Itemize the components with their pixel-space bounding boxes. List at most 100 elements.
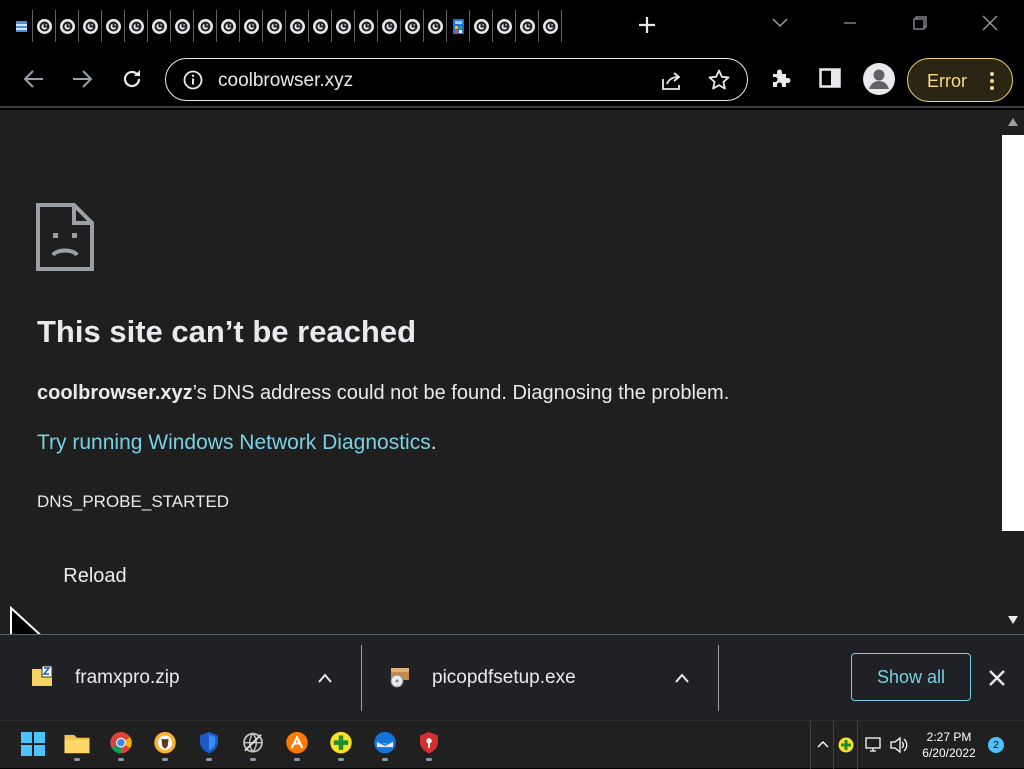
- browser-tab[interactable]: [194, 10, 217, 42]
- kebab-menu-icon[interactable]: [986, 69, 998, 93]
- folder-icon: [64, 734, 90, 754]
- globe-tab-icon: [358, 18, 374, 34]
- page-title: This site can’t be reached: [37, 314, 417, 349]
- browser-tab[interactable]: [240, 10, 263, 42]
- taskbar-app-thunderbird[interactable]: [371, 731, 399, 761]
- avatar-icon: [863, 63, 895, 95]
- clock-date: 6/20/2022: [922, 746, 976, 760]
- start-button[interactable]: [19, 731, 47, 761]
- notification-badge[interactable]: 2: [988, 737, 1004, 753]
- show-hidden-icons-button[interactable]: [810, 721, 834, 769]
- browser-tab[interactable]: [424, 10, 447, 42]
- network-diagnostics-link[interactable]: Try running Windows Network Diagnostics: [37, 431, 431, 454]
- clock[interactable]: 2:27 PM 6/20/2022: [914, 729, 984, 761]
- reload-page-button[interactable]: Reload: [37, 550, 153, 602]
- download-filename: picopdfsetup.exe: [432, 667, 576, 688]
- error-code: DNS_PROBE_STARTED: [37, 492, 230, 511]
- taskbar-app-network[interactable]: [239, 731, 267, 761]
- extensions-button[interactable]: [767, 64, 795, 92]
- windows-logo-icon: [21, 732, 45, 756]
- minimize-icon: [844, 22, 856, 24]
- forward-button[interactable]: [66, 63, 98, 95]
- close-window-button[interactable]: [972, 8, 1008, 38]
- volume-icon[interactable]: [889, 736, 909, 754]
- taskbar-app-brave[interactable]: [151, 731, 179, 761]
- globe-tab-icon: [289, 18, 305, 34]
- globe-tab-icon: [381, 18, 397, 34]
- browser-tab[interactable]: [332, 10, 355, 42]
- browser-tab[interactable]: [401, 10, 424, 42]
- browser-tab[interactable]: [539, 10, 562, 42]
- globe-tab-icon: [59, 18, 75, 34]
- browser-tab[interactable]: [217, 10, 240, 42]
- browser-tab[interactable]: [10, 10, 33, 42]
- browser-tab[interactable]: [263, 10, 286, 42]
- globe-tab-icon: [542, 18, 558, 34]
- browser-tab[interactable]: [309, 10, 332, 42]
- browser-tab[interactable]: [148, 10, 171, 42]
- diagnostics-line: Try running Windows Network Diagnostics.: [37, 431, 437, 455]
- star-icon[interactable]: [707, 68, 731, 92]
- mouse-cursor-icon: [10, 606, 41, 634]
- address-bar[interactable]: coolbrowser.xyz: [165, 58, 748, 101]
- windows-taskbar: 2:27 PM 6/20/2022 2: [0, 720, 1024, 769]
- globe-tab-icon: [220, 18, 236, 34]
- taskbar-app-avast[interactable]: [283, 731, 311, 761]
- taskbar-app-defender[interactable]: [195, 731, 223, 761]
- network-monitor-icon[interactable]: [865, 737, 883, 753]
- browser-tab[interactable]: [102, 10, 125, 42]
- chevron-up-icon[interactable]: [674, 672, 690, 684]
- tab-search-button[interactable]: [762, 8, 798, 38]
- globe-tab-icon: [174, 18, 190, 34]
- close-icon: [982, 15, 998, 31]
- minimize-button[interactable]: [832, 8, 868, 38]
- download-item[interactable]: picopdfsetup.exe: [362, 645, 718, 711]
- browser-tab[interactable]: [516, 10, 539, 42]
- restore-button[interactable]: [902, 8, 938, 38]
- scroll-up-icon[interactable]: [1008, 118, 1018, 126]
- green-plus-icon: [838, 737, 854, 753]
- back-button[interactable]: [18, 63, 50, 95]
- download-item[interactable]: framxpro.zip: [0, 645, 360, 711]
- shield-lion-icon: [154, 731, 176, 754]
- new-tab-button[interactable]: [632, 10, 662, 40]
- taskbar-app-red-shield[interactable]: [415, 731, 443, 761]
- plus-icon: [639, 17, 655, 33]
- refresh-icon: [123, 70, 141, 88]
- info-icon[interactable]: [183, 70, 203, 90]
- globe-tab-icon: [473, 18, 489, 34]
- browser-tab[interactable]: [355, 10, 378, 42]
- profile-button[interactable]: [862, 62, 896, 96]
- close-icon[interactable]: [986, 667, 1008, 689]
- show-all-downloads-button[interactable]: Show all: [851, 653, 971, 701]
- browser-tab[interactable]: [470, 10, 493, 42]
- taskbar-app-file-explorer[interactable]: [63, 731, 91, 761]
- browser-tab[interactable]: [378, 10, 401, 42]
- globe-tab-icon: [243, 18, 259, 34]
- browser-tab[interactable]: [493, 10, 516, 42]
- tab-strip: [0, 0, 1024, 50]
- globe-tab-icon: [404, 18, 420, 34]
- browser-tab[interactable]: [56, 10, 79, 42]
- browser-tab[interactable]: [33, 10, 56, 42]
- taskbar-app-chrome[interactable]: [107, 731, 135, 761]
- url-text[interactable]: coolbrowser.xyz: [218, 70, 353, 92]
- clock-time: 2:27 PM: [926, 730, 972, 744]
- browser-tab[interactable]: [286, 10, 309, 42]
- browser-tab[interactable]: [171, 10, 194, 42]
- scroll-thumb[interactable]: [1002, 135, 1024, 531]
- browser-tab[interactable]: [125, 10, 148, 42]
- error-menu-button[interactable]: Error: [907, 58, 1013, 102]
- browser-tab[interactable]: [79, 10, 102, 42]
- chevron-up-icon[interactable]: [317, 672, 333, 684]
- share-icon[interactable]: [659, 69, 683, 93]
- taskbar-app-green-plus[interactable]: [327, 731, 355, 761]
- tray-app-icon[interactable]: [834, 721, 858, 769]
- scroll-down-icon[interactable]: [1008, 616, 1018, 624]
- scrollbar[interactable]: [1002, 110, 1024, 634]
- globe-tab-icon: [266, 18, 282, 34]
- side-panel-button[interactable]: [816, 64, 844, 92]
- browser-tab[interactable]: [447, 10, 470, 42]
- sad-document-icon: [36, 203, 94, 271]
- reload-button[interactable]: [116, 63, 148, 95]
